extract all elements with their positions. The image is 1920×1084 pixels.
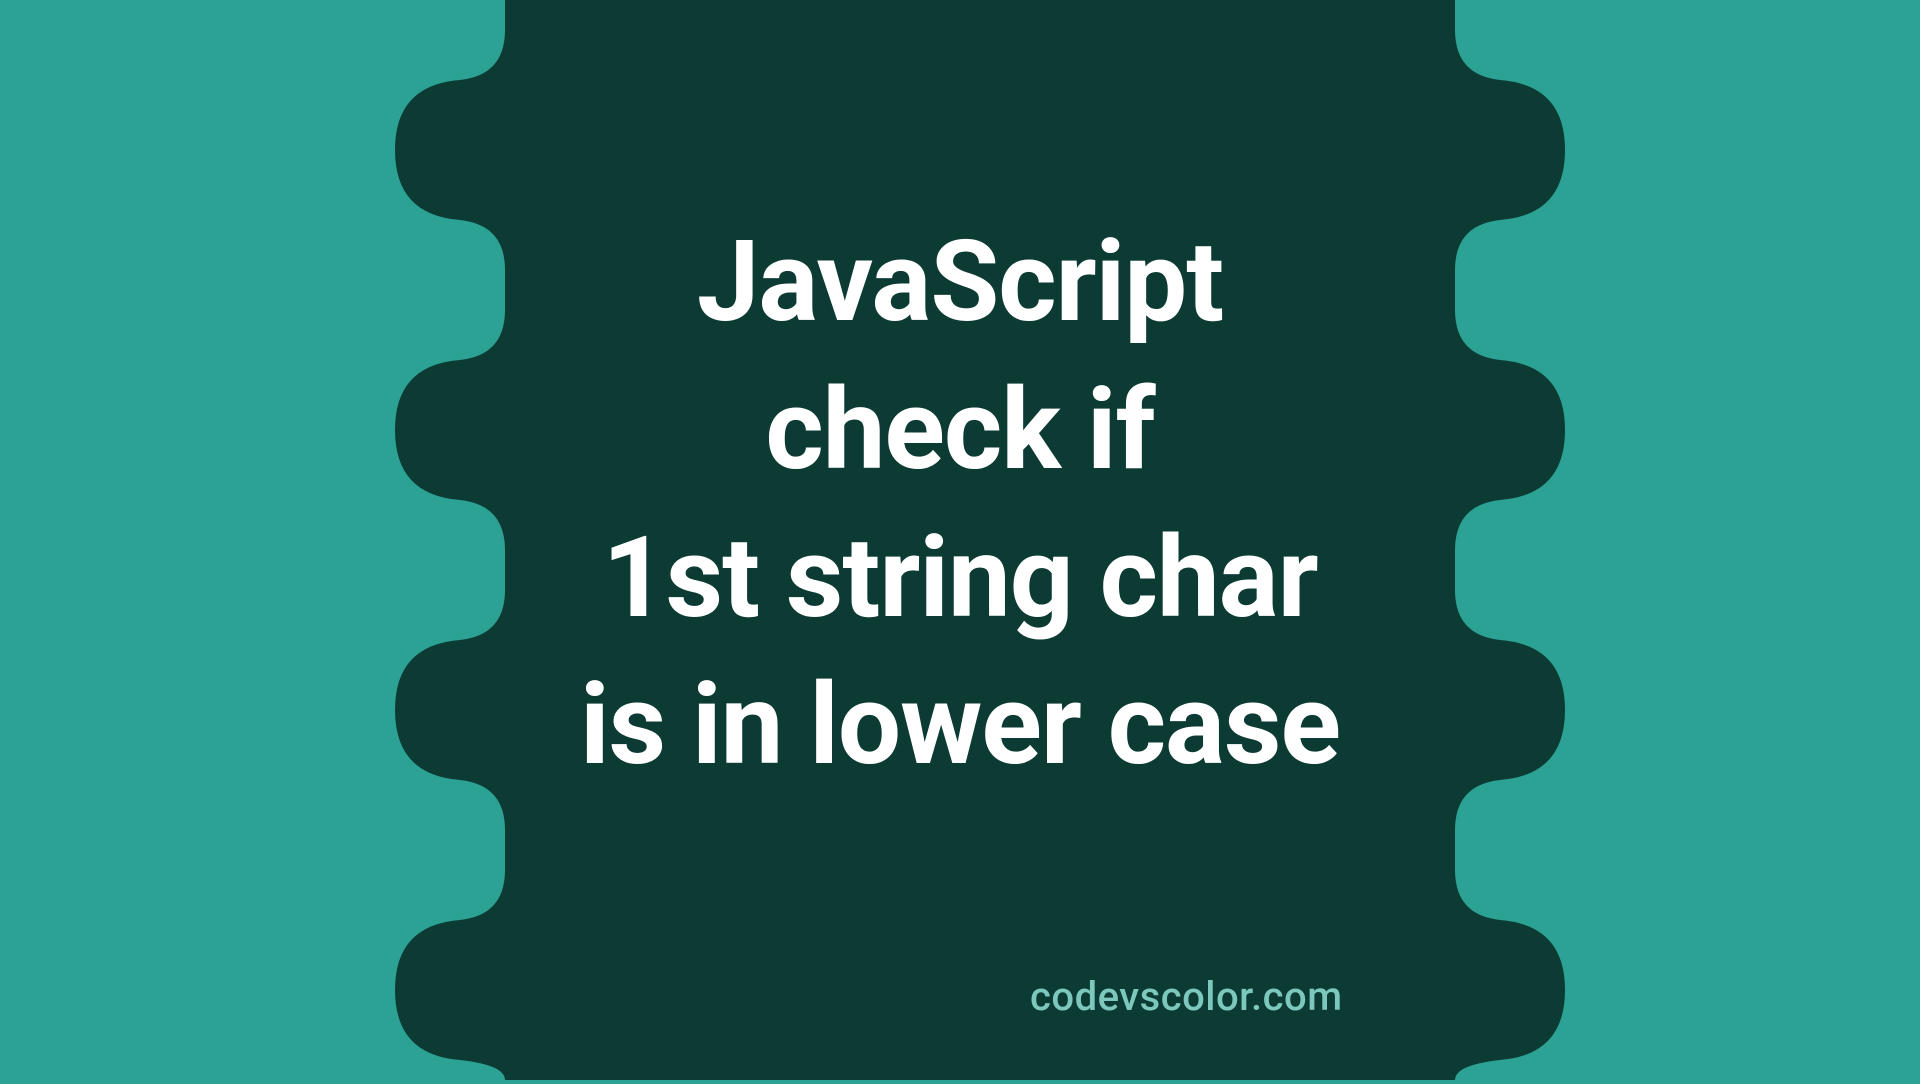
title-line-1: JavaScript (0, 209, 1920, 357)
title-block: JavaScript check if 1st string char is i… (0, 209, 1920, 800)
watermark-text: codevscolor.com (1030, 973, 1343, 1020)
title-line-3: 1st string char (0, 505, 1920, 653)
title-line-2: check if (0, 357, 1920, 505)
title-line-4: is in lower case (0, 652, 1920, 800)
